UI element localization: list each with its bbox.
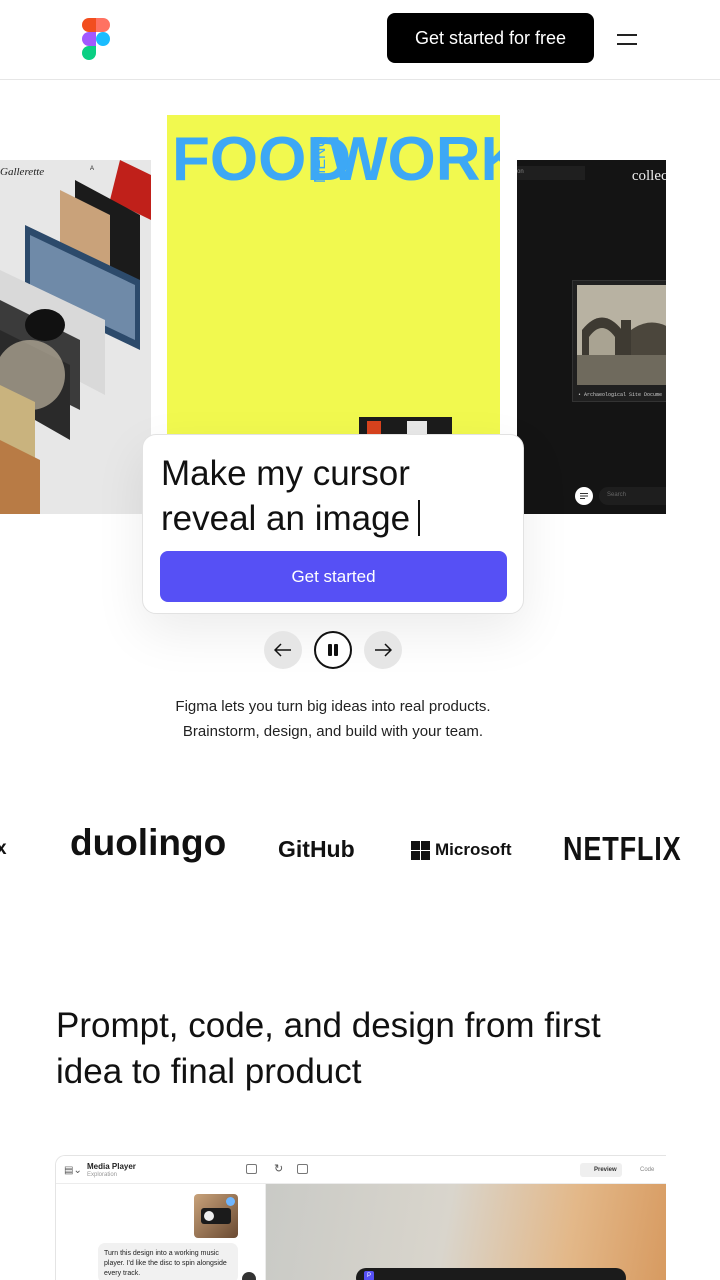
get-started-free-button[interactable]: Get started for free (387, 13, 594, 63)
app-file-title[interactable]: Media Player (87, 1162, 136, 1171)
music-player-bar: P (356, 1268, 626, 1280)
device-icon[interactable] (297, 1164, 308, 1174)
archaeological-caption: • Archaeological Site Docume (578, 392, 663, 398)
bridge-photo (577, 285, 666, 385)
app-file-subtitle: Exploration (87, 1172, 118, 1178)
chat-panel: Turn this design into a working music pl… (56, 1184, 266, 1280)
pause-icon[interactable] (314, 631, 352, 669)
preview-canvas: P (266, 1184, 666, 1280)
section-heading: Prompt, code, and design from first idea… (56, 1006, 601, 1091)
archaeological-photo-card: • Archaeological Site Docume (572, 280, 666, 402)
app-preview-mockup: ▤⌄ Media Player Exploration ↻ Preview Co… (55, 1155, 666, 1280)
design-thumbnail[interactable] (194, 1194, 238, 1238)
microsoft-grid-icon (411, 840, 430, 860)
collection-tag: on (517, 166, 585, 180)
microsoft-logo: Microsoft (411, 840, 512, 860)
duolingo-logo: duolingo (70, 822, 227, 863)
arrow-left-icon[interactable] (264, 631, 302, 669)
sidebar-toggle-icon[interactable] (246, 1164, 257, 1174)
hamburger-menu-icon[interactable] (612, 24, 642, 54)
get-started-button[interactable]: Get started (160, 551, 507, 602)
preview-tab[interactable]: Preview (580, 1163, 622, 1177)
app-toolbar: ▤⌄ Media Player Exploration ↻ Preview Co… (56, 1156, 666, 1184)
avatar (242, 1272, 256, 1280)
text-caret (418, 500, 421, 536)
menu-headline-menu: MENU (312, 136, 329, 183)
arrow-right-icon[interactable] (364, 631, 402, 669)
showcase-card-food-menu: FOOD MENU WORKS (167, 115, 500, 445)
prompt-text: Make my cursor reveal an image (161, 454, 411, 538)
tagline-line-2: Brainstorm, design, and build with your … (182, 723, 484, 740)
chat-message: Turn this design into a working music pl… (98, 1243, 238, 1280)
showcase-card-collection: on collecti • Archaeological Site Docume… (517, 160, 666, 514)
menu-headline-works: WORKS (329, 125, 500, 194)
tagline-line-1: Figma lets you turn big ideas into real … (175, 698, 491, 715)
prompt-input[interactable]: Make my cursor reveal an image (161, 451, 511, 541)
prompt-card: Make my cursor reveal an image Get start… (142, 434, 524, 614)
file-icon[interactable]: ▤⌄ (64, 1165, 82, 1176)
collection-search-input[interactable]: Search (599, 487, 666, 505)
stacked-artworks-illustration (0, 160, 151, 514)
showcase-card-gallerette: Gallerette A (0, 160, 151, 514)
microsoft-wordmark: Microsoft (435, 840, 512, 859)
github-logo: GitHub (278, 836, 355, 862)
partial-logo: x (0, 838, 7, 859)
comment-icon[interactable] (575, 487, 593, 505)
food-menu-works-artwork: FOOD MENU WORKS (172, 125, 500, 445)
player-icon: P (364, 1271, 374, 1280)
hero-tagline: Figma lets you turn big ideas into real … (0, 694, 666, 744)
netflix-logo: NETFLIX (563, 830, 682, 867)
figma-logo[interactable] (82, 18, 110, 60)
collection-title: collecti (631, 168, 666, 184)
refresh-icon[interactable]: ↻ (274, 1162, 283, 1175)
top-nav: Get started for free (0, 0, 720, 80)
code-tab[interactable]: Code (628, 1163, 654, 1177)
